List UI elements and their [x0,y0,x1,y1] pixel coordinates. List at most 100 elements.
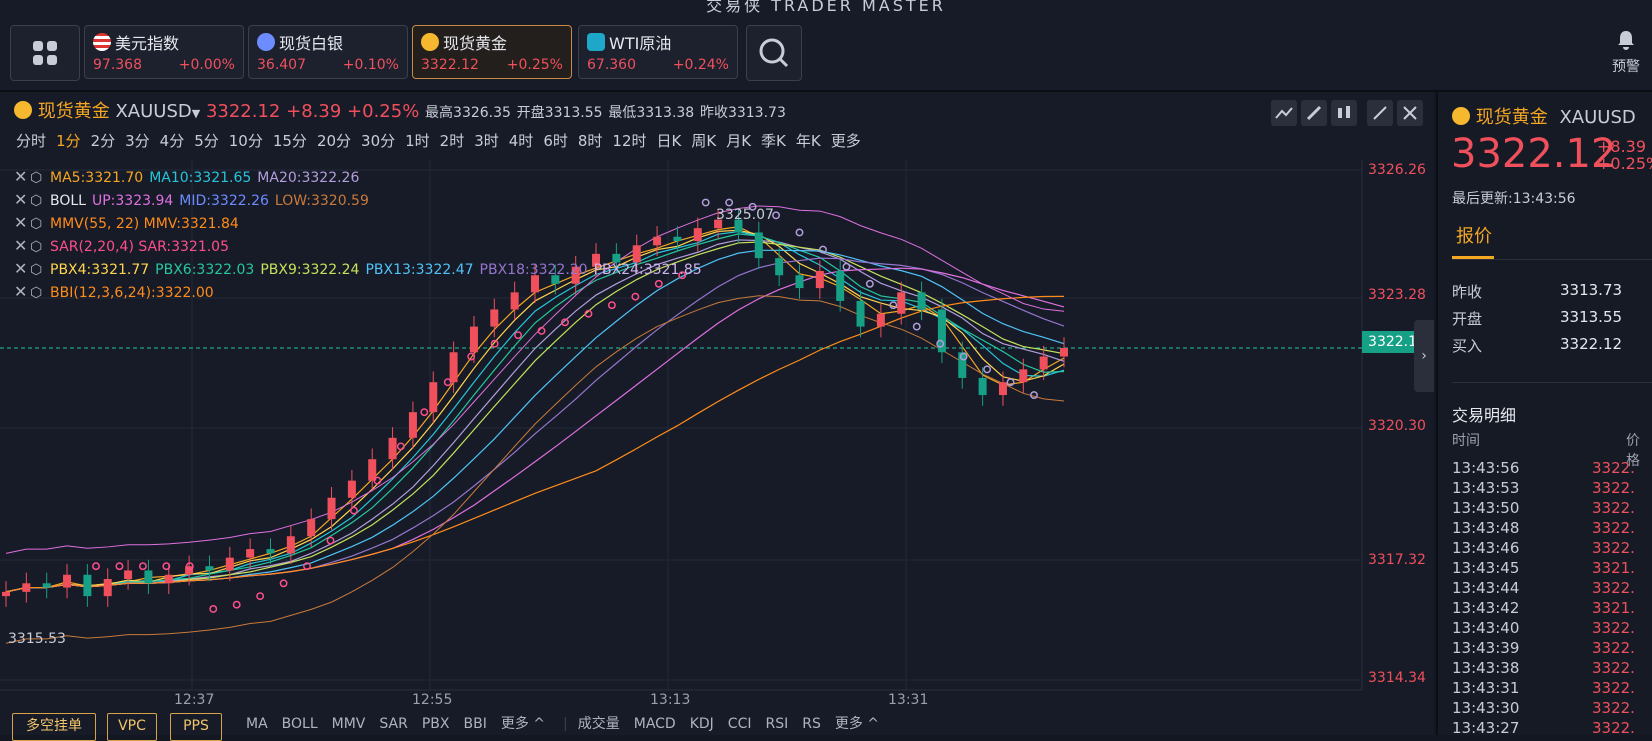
draw-tool-button[interactable] [1301,100,1327,126]
indicator-settings-icon[interactable]: ⬡ [30,262,50,278]
sub-indicator-6[interactable]: 更多 ^ [835,716,879,732]
candle-body [307,519,316,537]
timeframe-0[interactable]: 分时 [16,132,46,150]
main-indicator-3[interactable]: SAR [379,716,407,732]
sub-indicator-0[interactable]: 成交量 [578,716,620,732]
timeframe-2[interactable]: 2分 [91,132,116,150]
row-value: 3322.12 [1560,335,1623,353]
timeframe-22[interactable]: 更多 [831,132,861,150]
symbol-name[interactable]: 现货黄金 [38,101,110,122]
indicator-settings-icon[interactable]: ⬡ [30,285,50,301]
candle-body [327,497,336,520]
remove-indicator-icon[interactable]: ✕ [14,213,30,232]
quote-row-open: 开盘 3313.55 [1452,308,1652,329]
trade-price: 3322. [1592,699,1635,717]
main-indicator-2[interactable]: MMV [332,716,366,732]
indicator-settings-icon[interactable]: ⬡ [30,216,50,232]
y-tick: 3326.26 [1368,162,1426,178]
timeframe-9[interactable]: 30分 [361,132,395,150]
trade-time: 13:43:56 [1452,459,1520,477]
indicator-value: MA10:3321.65 [149,170,252,186]
side-change: +8.39 +0.25% [1597,138,1652,172]
sar-dot [701,198,710,207]
indicator-settings-icon[interactable]: ⬡ [30,239,50,255]
timeframe-10[interactable]: 1时 [405,132,430,150]
ticker-gold[interactable]: 现货黄金 3322.12 +0.25% [412,25,572,79]
chevron-down-icon[interactable]: ▼ [192,107,200,120]
timeframe-21[interactable]: 年K [796,132,821,150]
timeframe-13[interactable]: 4时 [509,132,534,150]
ticker-silver[interactable]: 现货白银 36.407 +0.10% [248,25,408,79]
trade-time: 13:43:44 [1452,579,1520,597]
timeframe-16[interactable]: 12时 [612,132,646,150]
remove-indicator-icon[interactable]: ✕ [14,236,30,255]
timeframe-7[interactable]: 15分 [273,132,307,150]
timeframe-3[interactable]: 3分 [125,132,150,150]
timeframe-19[interactable]: 月K [726,132,751,150]
search-button[interactable] [746,25,802,81]
close-chart-button[interactable] [1397,100,1423,126]
main-indicator-0[interactable]: MA [246,716,268,732]
x-tick: 13:13 [650,692,691,708]
indicator-tool-button[interactable] [1271,100,1297,126]
remove-indicator-icon[interactable]: ✕ [14,167,30,186]
timeframe-8[interactable]: 20分 [317,132,351,150]
vpc-button[interactable]: VPC [107,713,157,741]
timeframe-12[interactable]: 3时 [474,132,499,150]
timeframe-6[interactable]: 10分 [229,132,263,150]
indicator-settings-icon[interactable]: ⬡ [30,193,50,209]
indicator-row: ✕ ⬡ MA5:3321.70 MA10:3321.65 MA20:3322.26 [14,167,365,187]
timeframe-5[interactable]: 5分 [194,132,219,150]
low-label: 最低 [608,105,637,121]
pen-icon [1306,105,1322,121]
timeframe-17[interactable]: 日K [657,132,682,150]
remove-indicator-icon[interactable]: ✕ [14,190,30,209]
main-indicator-5[interactable]: BBI [463,716,486,732]
timeframe-4[interactable]: 4分 [160,132,185,150]
sub-indicator-1[interactable]: MACD [634,716,676,732]
symbol-code[interactable]: XAUUSD [115,101,191,122]
trade-time: 13:43:30 [1452,699,1520,717]
remove-indicator-icon[interactable]: ✕ [14,259,30,278]
sar-dot [983,365,992,374]
indicator-value: SAR(2,20,4) SAR:3321.05 [50,239,229,255]
side-panel-toggle[interactable]: › [1414,320,1434,392]
close-icon [1403,106,1417,120]
tab-quote[interactable]: 报价 [1456,222,1492,248]
side-symbol-title: 现货黄金 XAUUSD [1452,103,1636,129]
alert-label: 预警 [1612,59,1640,75]
ticker-dxy[interactable]: 美元指数 97.368 +0.00% [84,25,244,79]
alert-button[interactable]: 预警 [1600,28,1652,76]
timeframe-1[interactable]: 1分 [56,132,81,150]
indicator-value: PBX4:3321.77 [50,262,150,278]
timeframe-18[interactable]: 周K [691,132,716,150]
timeframe-20[interactable]: 季K [761,132,786,150]
timeframe-15[interactable]: 8时 [578,132,603,150]
sub-indicator-2[interactable]: KDJ [690,716,714,732]
timeframe-14[interactable]: 6时 [543,132,568,150]
trade-price: 3322. [1592,499,1635,517]
apps-button[interactable] [10,25,80,81]
candle-body [388,437,397,460]
symbol-price: 3322.12 [205,101,281,122]
long-short-orders-button[interactable]: 多空挂单 [12,713,96,741]
main-indicator-6[interactable]: 更多 ^ [501,716,545,732]
main-indicator-1[interactable]: BOLL [282,716,318,732]
remove-indicator-icon[interactable]: ✕ [14,282,30,301]
indicator-settings-icon[interactable]: ⬡ [30,170,50,186]
sub-indicator-4[interactable]: RSI [765,716,788,732]
timeframe-11[interactable]: 2时 [440,132,465,150]
ticker-wti[interactable]: WTI原油 67.360 +0.24% [578,25,738,79]
trade-row: 13:43:48 3322. [1452,518,1635,538]
trade-time: 13:43:42 [1452,599,1520,617]
candle-body [754,232,763,259]
oil-icon [587,33,605,51]
sub-indicator-3[interactable]: CCI [728,716,752,732]
pps-button[interactable]: PPS [170,713,222,741]
fullscreen-button[interactable] [1367,100,1393,126]
trade-price: 3322. [1592,579,1635,597]
sub-indicator-5[interactable]: RS [802,716,821,732]
chart-type-button[interactable] [1331,100,1357,126]
candle-body [246,549,255,558]
main-indicator-4[interactable]: PBX [422,716,450,732]
